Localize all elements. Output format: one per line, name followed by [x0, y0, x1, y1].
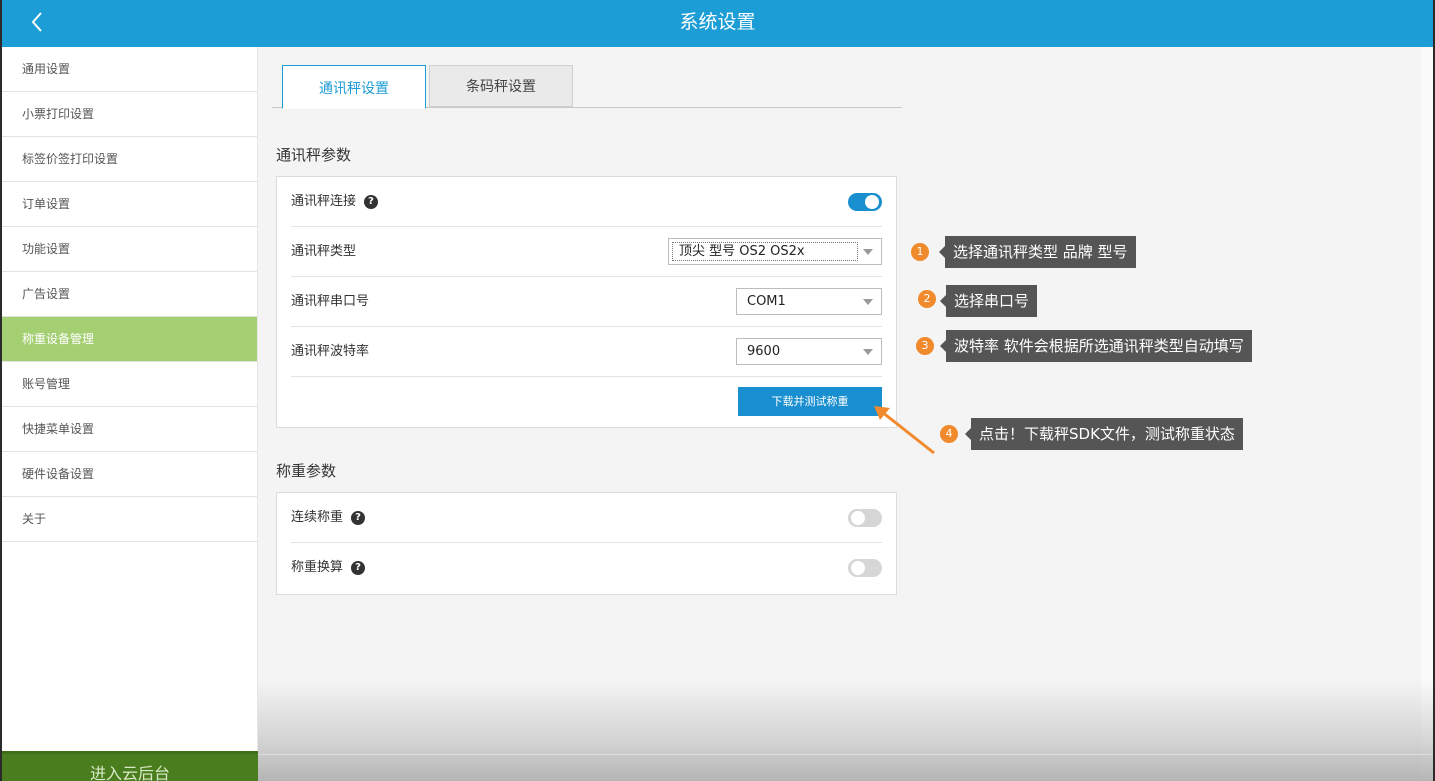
- help-icon[interactable]: ?: [351, 560, 366, 575]
- comm-scale-card: 通讯秤连接? 通讯秤类型 顶尖 型号 OS2 OS2x 通讯秤串口号 COM1: [276, 176, 897, 428]
- continuous-toggle[interactable]: [848, 509, 882, 527]
- dropdown-caret-icon: [863, 249, 873, 255]
- sidebar-item-about[interactable]: 关于: [2, 497, 257, 542]
- port-label: 通讯秤串口号: [291, 294, 370, 309]
- baud-rate-select[interactable]: 9600: [736, 338, 882, 365]
- port-row: 通讯秤串口号 COM1: [291, 277, 882, 327]
- callout-badge-3: 3: [916, 337, 934, 355]
- tab-barcode-scale[interactable]: 条码秤设置: [429, 65, 573, 107]
- baud-row: 通讯秤波特率 9600: [291, 327, 882, 377]
- dropdown-caret-icon: [863, 349, 873, 355]
- callout-badge-2: 2: [918, 290, 936, 308]
- toggle-knob: [851, 511, 865, 525]
- connect-label: 通讯秤连接?: [291, 177, 379, 227]
- serial-port-select[interactable]: COM1: [736, 288, 882, 315]
- main-content: 通讯秤设置 条码秤设置 通讯秤参数 通讯秤连接? 通讯秤类型 顶尖 型号 OS2…: [258, 47, 1421, 781]
- type-row: 通讯秤类型 顶尖 型号 OS2 OS2x: [291, 227, 882, 277]
- convert-toggle[interactable]: [848, 559, 882, 577]
- download-test-button[interactable]: 下载并测试称重: [738, 387, 882, 416]
- enter-cloud-button[interactable]: 进入云后台: [2, 751, 258, 781]
- right-gutter: [1421, 47, 1433, 781]
- callout-2: 选择串口号: [939, 285, 1038, 317]
- sidebar-item-weighing-device[interactable]: 称重设备管理: [2, 317, 257, 362]
- sidebar: 通用设置 小票打印设置 标签价签打印设置 订单设置 功能设置 广告设置 称重设备…: [2, 47, 258, 781]
- continuous-row: 连续称重?: [291, 493, 882, 543]
- sidebar-item-label-print[interactable]: 标签价签打印设置: [2, 137, 257, 182]
- sidebar-item-function[interactable]: 功能设置: [2, 227, 257, 272]
- sidebar-item-ads[interactable]: 广告设置: [2, 272, 257, 317]
- sidebar-item-hardware[interactable]: 硬件设备设置: [2, 452, 257, 497]
- sidebar-item-receipt-print[interactable]: 小票打印设置: [2, 92, 257, 137]
- callout-3: 波特率 软件会根据所选通讯秤类型自动填写: [940, 330, 1252, 362]
- weigh-params-card: 连续称重? 称重换算?: [276, 492, 897, 595]
- toggle-knob: [865, 195, 879, 209]
- baud-rate-value: 9600: [747, 344, 781, 359]
- callout-badge-1: 1: [911, 243, 929, 261]
- callout-1: 选择通讯秤类型 品牌 型号: [939, 236, 1136, 268]
- help-icon[interactable]: ?: [351, 510, 366, 525]
- convert-row: 称重换算?: [291, 543, 882, 593]
- app-window: 系统设置 通用设置 小票打印设置 标签价签打印设置 订单设置 功能设置 广告设置…: [2, 0, 1433, 781]
- download-row: 下载并测试称重: [291, 377, 882, 427]
- scale-type-value: 顶尖 型号 OS2 OS2x: [679, 244, 805, 259]
- bottom-divider: [258, 754, 1433, 755]
- tab-comm-scale[interactable]: 通讯秤设置: [282, 65, 426, 109]
- sidebar-item-shortcut-menu[interactable]: 快捷菜单设置: [2, 407, 257, 452]
- dropdown-caret-icon: [863, 299, 873, 305]
- convert-label: 称重换算?: [291, 543, 366, 593]
- page-title: 系统设置: [679, 11, 756, 33]
- type-label: 通讯秤类型: [291, 244, 357, 259]
- comm-scale-section-title: 通讯秤参数: [276, 146, 352, 164]
- toggle-knob: [851, 561, 865, 575]
- sidebar-item-account[interactable]: 账号管理: [2, 362, 257, 407]
- help-icon[interactable]: ?: [364, 194, 379, 209]
- tab-bar: 通讯秤设置 条码秤设置: [272, 65, 902, 109]
- continuous-label: 连续称重?: [291, 493, 366, 543]
- scale-type-select[interactable]: 顶尖 型号 OS2 OS2x: [668, 238, 882, 265]
- connect-toggle[interactable]: [848, 193, 882, 211]
- sidebar-item-general[interactable]: 通用设置: [2, 47, 257, 92]
- top-bar: 系统设置: [2, 0, 1433, 47]
- connect-row: 通讯秤连接?: [291, 177, 882, 227]
- baud-label: 通讯秤波特率: [291, 344, 370, 359]
- serial-port-value: COM1: [747, 294, 786, 309]
- weigh-params-section-title: 称重参数: [276, 462, 337, 480]
- callout-4: 点击！下载秤SDK文件，测试称重状态: [965, 418, 1243, 450]
- sidebar-item-order[interactable]: 订单设置: [2, 182, 257, 227]
- callout-arrow-icon: [874, 406, 935, 455]
